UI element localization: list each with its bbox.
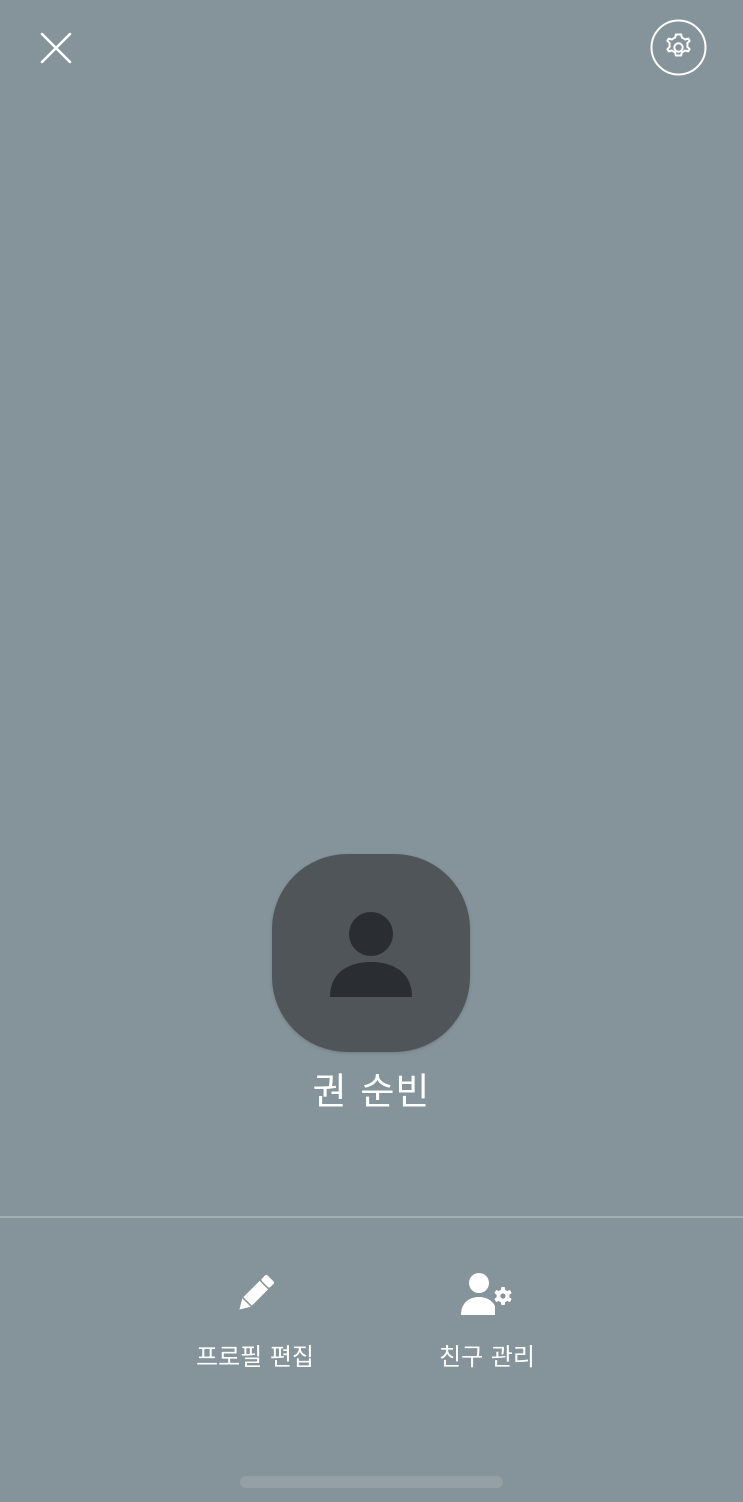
- profile-name: 권 순빈: [312, 1070, 431, 1113]
- edit-profile-label: 프로필 편집: [195, 1343, 315, 1371]
- edit-profile-button[interactable]: 프로필 편집: [165, 1268, 345, 1384]
- person-gear-icon: [461, 1273, 512, 1315]
- gear-icon: [650, 19, 707, 76]
- pencil-icon: [239, 1275, 274, 1310]
- close-icon: [40, 32, 72, 64]
- close-button[interactable]: [32, 24, 80, 72]
- avatar[interactable]: [272, 854, 470, 1052]
- divider: [0, 1216, 743, 1218]
- manage-friends-label: 친구 관리: [439, 1343, 535, 1371]
- person-icon: [330, 912, 412, 997]
- manage-friends-button[interactable]: 친구 관리: [397, 1268, 577, 1384]
- settings-button[interactable]: [650, 19, 707, 76]
- home-indicator[interactable]: [240, 1476, 503, 1488]
